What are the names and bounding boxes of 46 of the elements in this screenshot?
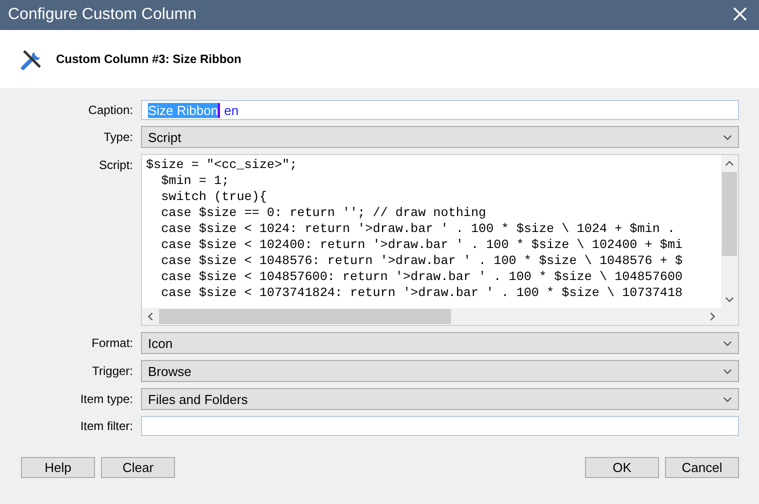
field-label: Item type: xyxy=(79,392,133,406)
text-field[interactable]: Size Ribbon en xyxy=(141,100,739,120)
selected-text: Size Ribbon xyxy=(148,102,220,118)
chevron-down-icon[interactable] xyxy=(723,366,732,376)
field-label: Format: xyxy=(90,336,133,350)
scrollbar-thumb[interactable] xyxy=(159,309,451,324)
dropdown-value: Script xyxy=(148,130,182,144)
script-editor[interactable] xyxy=(141,154,739,326)
window-title: Configure Custom Column xyxy=(8,6,197,24)
chevron-down-icon[interactable] xyxy=(723,132,732,142)
code-line: case $size < 104857600: return '>draw.bar ' . 100 * $size \ 104857600 xyxy=(160,269,684,285)
scroll-down-icon[interactable] xyxy=(725,295,734,304)
dropdown-value: Browse xyxy=(148,364,192,378)
text-field[interactable] xyxy=(141,416,739,436)
code-line: switch (true){ xyxy=(160,189,268,205)
typed-text: en xyxy=(224,102,239,118)
dialog-button[interactable]: Clear xyxy=(101,457,175,478)
dialog-button[interactable]: Help xyxy=(21,457,95,478)
code-line: case $size == 0: return ''; // draw nothing xyxy=(160,205,488,221)
field-label: Item filter: xyxy=(79,419,133,433)
dropdown[interactable]: Script xyxy=(141,126,739,148)
dropdown[interactable]: Browse xyxy=(141,360,739,382)
scroll-left-icon[interactable] xyxy=(146,312,155,321)
dropdown[interactable]: Icon xyxy=(141,332,739,354)
dialog-button[interactable]: Cancel xyxy=(665,457,739,478)
code-line: $min = 1; xyxy=(160,173,230,189)
field-label: Trigger: xyxy=(91,364,133,378)
scrollbar-thumb[interactable] xyxy=(722,172,737,256)
code-line: case $size < 1073741824: return '>draw.bar ' . 100 * $size \ 10737418 xyxy=(160,285,684,301)
dialog-button[interactable]: OK xyxy=(585,457,659,478)
code-line: case $size < 1048576: return '>draw.bar ' . 100 * $size \ 1048576 + $ xyxy=(160,253,684,269)
header-title: Custom Column #3: Size Ribbon xyxy=(56,52,242,66)
chevron-down-icon[interactable] xyxy=(723,394,732,404)
code-line: case $size < 1024: return '>draw.bar ' . 100 * $size \ 1024 + $min . xyxy=(160,221,676,237)
field-label: Script: xyxy=(98,157,133,172)
close-button[interactable] xyxy=(733,7,749,23)
field-label: Type: xyxy=(102,130,133,144)
dropdown-value: Icon xyxy=(148,336,173,350)
code-line: case $size < 102400: return '>draw.bar ' . 100 * $size \ 102400 + $mi xyxy=(160,237,684,253)
scroll-up-icon[interactable] xyxy=(725,159,734,168)
dropdown[interactable]: Files and Folders xyxy=(141,388,739,410)
field-label: Caption: xyxy=(87,103,133,117)
chevron-down-icon[interactable] xyxy=(723,338,732,348)
dropdown-value: Files and Folders xyxy=(148,392,248,406)
scroll-right-icon[interactable] xyxy=(708,312,717,321)
code-line: $size = "<cc_size>"; xyxy=(146,157,298,173)
